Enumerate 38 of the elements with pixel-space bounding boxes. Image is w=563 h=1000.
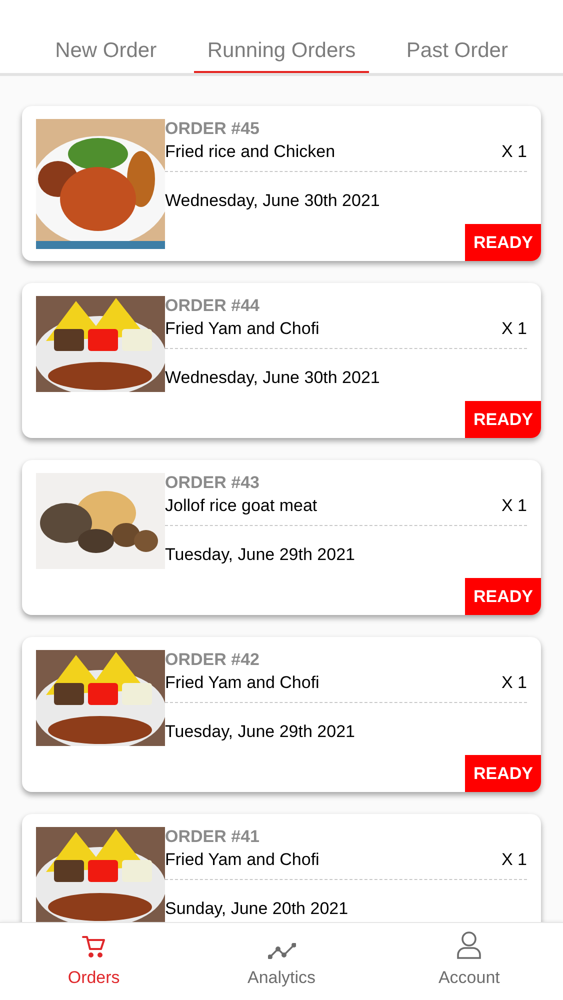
order-date: Wednesday, June 30th 2021 [165, 190, 381, 212]
order-card[interactable]: ORDER #45 Fried rice and Chicken X 1 Wednesday, June 30th 2021 READY [22, 106, 541, 261]
cart-icon [80, 934, 107, 958]
order-number: ORDER #45 [165, 119, 260, 139]
item-name: Fried Yam and Chofi [165, 318, 320, 340]
order-card[interactable]: ORDER #42 Fried Yam and Chofi X 1 Tuesday, June 29th 2021 READY [22, 637, 541, 792]
nav-item[interactable]: Account [375, 923, 563, 1000]
tab[interactable]: Past Order [369, 0, 546, 73]
quantity: X 1 [501, 318, 527, 340]
order-number: ORDER #43 [165, 473, 260, 493]
order-card[interactable]: ORDER #44 Fried Yam and Chofi X 1 Wednesday, June 30th 2021 READY [22, 283, 541, 438]
nav-item[interactable]: Orders [0, 923, 188, 1000]
order-date: Sunday, June 20th 2021 [165, 898, 350, 920]
status-badge: READY [465, 578, 541, 615]
nav-item[interactable]: Analytics [188, 923, 376, 1000]
order-date: Tuesday, June 29th 2021 [165, 720, 356, 742]
item-name: Jollof rice goat meat [165, 495, 318, 517]
order-number: ORDER #42 [165, 650, 260, 670]
tab[interactable]: New Order [18, 0, 194, 73]
user-icon [456, 930, 482, 958]
tab[interactable]: Running Orders [194, 0, 370, 73]
order-number: ORDER #44 [165, 296, 260, 316]
quantity: X 1 [501, 672, 527, 694]
quantity: X 1 [501, 495, 527, 517]
order-card[interactable]: ORDER #41 Fried Yam and Chofi X 1 Sunday, June 20th 2021 [22, 814, 541, 922]
item-name: Fried Yam and Chofi [165, 849, 320, 871]
status-badge: READY [465, 754, 541, 792]
quantity: X 1 [501, 141, 527, 163]
order-date: Tuesday, June 29th 2021 [165, 544, 356, 566]
order-date: Wednesday, June 30th 2021 [165, 366, 381, 388]
item-name: Fried rice and Chicken [165, 141, 336, 163]
quantity: X 1 [501, 849, 527, 871]
item-name: Fried Yam and Chofi [165, 672, 320, 694]
order-card[interactable]: ORDER #43 Jollof rice goat meat X 1 Tuesday, June 29th 2021 READY [22, 460, 541, 615]
status-badge: READY [465, 400, 541, 438]
line-chart-icon [268, 942, 296, 958]
order-number: ORDER #41 [165, 827, 260, 847]
status-badge: READY [465, 224, 541, 261]
